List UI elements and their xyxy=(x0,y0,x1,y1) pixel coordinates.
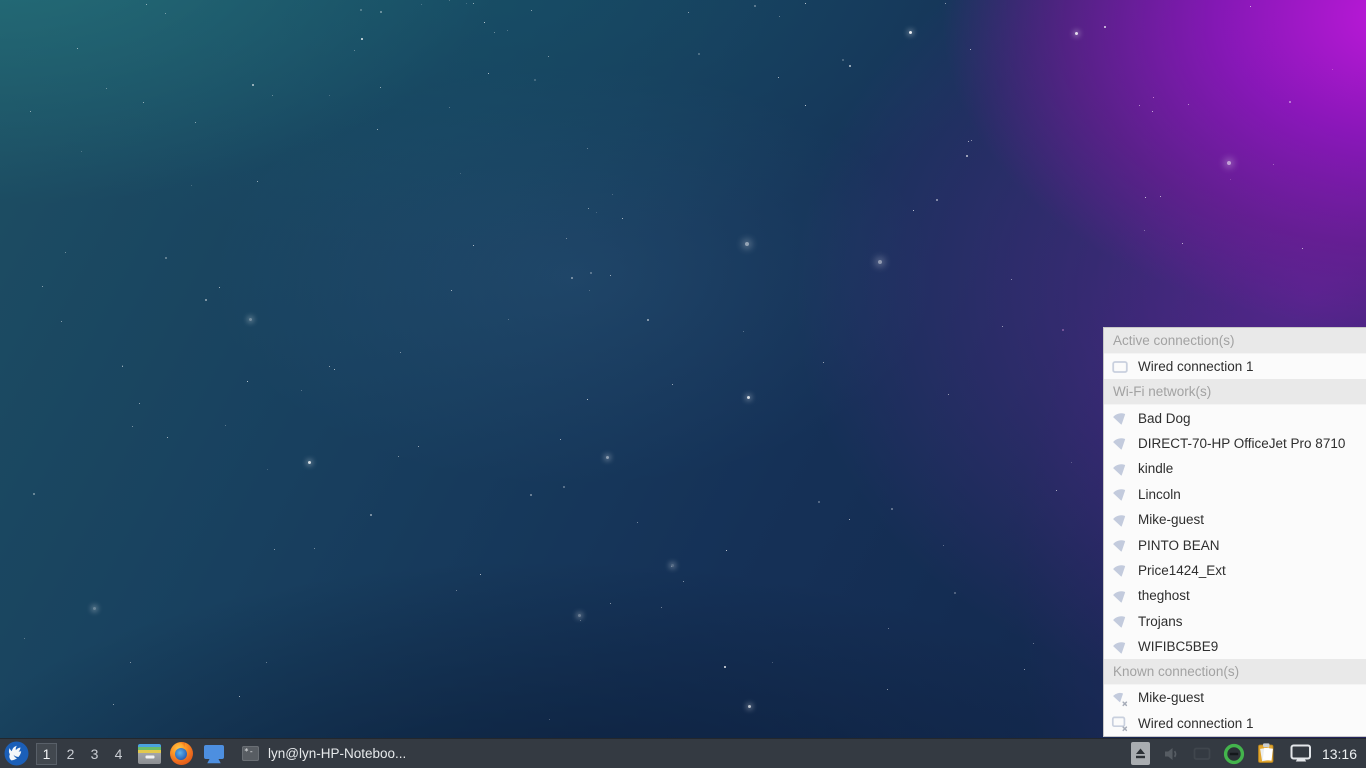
network-item-label: Trojans xyxy=(1138,614,1183,629)
menu-section-header: Known connection(s) xyxy=(1104,659,1366,685)
file-manager-icon xyxy=(138,744,161,764)
workspace-button-1[interactable]: 1 xyxy=(36,743,57,765)
app-menu-button[interactable] xyxy=(3,740,30,767)
menu-section-header: Active connection(s) xyxy=(1104,328,1366,354)
network-item[interactable]: Wired connection 1 xyxy=(1104,354,1366,379)
network-item[interactable]: WIFIBC5BE9 xyxy=(1104,634,1366,659)
network-item-label: Mike-guest xyxy=(1138,512,1204,527)
network-item[interactable]: Trojans xyxy=(1104,609,1366,634)
quick-launch xyxy=(137,741,226,766)
clipboard-icon xyxy=(1256,742,1278,765)
wifi-icon xyxy=(1111,638,1129,656)
network-item[interactable]: Mike-guest xyxy=(1104,685,1366,710)
tray-screen-dim[interactable] xyxy=(1192,744,1212,764)
network-item-label: Wired connection 1 xyxy=(1138,359,1254,374)
tray-network-monitor[interactable] xyxy=(1289,743,1313,764)
network-item[interactable]: Mike-guest xyxy=(1104,507,1366,532)
menu-section-header: Wi-Fi network(s) xyxy=(1104,379,1366,405)
network-item-label: Mike-guest xyxy=(1138,690,1204,705)
network-item[interactable]: DIRECT-70-HP OfficeJet Pro 8710 xyxy=(1104,431,1366,456)
terminal-icon: *- xyxy=(242,746,259,761)
workspace-button-4[interactable]: 4 xyxy=(108,743,129,765)
tray-clipboard[interactable] xyxy=(1256,742,1278,765)
network-item[interactable]: Price1424_Ext xyxy=(1104,558,1366,583)
network-item-label: Lincoln xyxy=(1138,487,1181,502)
workspace-button-3[interactable]: 3 xyxy=(84,743,105,765)
network-item-label: WIFIBC5BE9 xyxy=(1138,639,1218,654)
network-item[interactable]: Lincoln xyxy=(1104,482,1366,507)
network-item-label: PINTO BEAN xyxy=(1138,538,1220,553)
eject-icon xyxy=(1131,742,1150,765)
network-monitor-icon xyxy=(1289,743,1313,764)
screen-dim-icon xyxy=(1192,744,1212,764)
wifi-icon xyxy=(1111,587,1129,605)
network-item-label: theghost xyxy=(1138,588,1190,603)
network-item-label: DIRECT-70-HP OfficeJet Pro 8710 xyxy=(1138,436,1345,451)
window-button-terminal[interactable]: *- lyn@lyn-HP-Noteboo... xyxy=(236,740,412,768)
tray-status-green[interactable] xyxy=(1223,743,1245,765)
workspace-pager: 1234 xyxy=(36,743,129,765)
taskbar: 1234 *- lyn@lyn-HP-Noteboo... 13:16 xyxy=(0,738,1366,768)
window-button-title: lyn@lyn-HP-Noteboo... xyxy=(268,746,406,761)
tray-volume[interactable] xyxy=(1161,744,1181,764)
lubuntu-logo-icon xyxy=(4,741,29,766)
network-item[interactable]: Bad Dog xyxy=(1104,405,1366,430)
wired-icon xyxy=(1111,358,1129,376)
workspace-button-2[interactable]: 2 xyxy=(60,743,81,765)
wifi-icon xyxy=(1111,511,1129,529)
volume-icon xyxy=(1161,744,1181,764)
desktop-icon xyxy=(202,742,226,765)
network-item[interactable]: PINTO BEAN xyxy=(1104,532,1366,557)
clock[interactable]: 13:16 xyxy=(1322,746,1360,762)
wifi-icon xyxy=(1111,485,1129,503)
tray-eject[interactable] xyxy=(1131,742,1150,765)
system-tray xyxy=(1131,742,1313,765)
wifi-icon xyxy=(1111,612,1129,630)
wifi-known-icon xyxy=(1111,689,1129,707)
launcher-desktop[interactable] xyxy=(201,741,226,766)
firefox-icon xyxy=(170,742,193,765)
network-item-label: Bad Dog xyxy=(1138,411,1191,426)
network-item[interactable]: kindle xyxy=(1104,456,1366,481)
status-green-icon xyxy=(1223,743,1245,765)
wifi-icon xyxy=(1111,460,1129,478)
wifi-icon xyxy=(1111,409,1129,427)
network-item[interactable]: theghost xyxy=(1104,583,1366,608)
network-item-label: Price1424_Ext xyxy=(1138,563,1226,578)
network-item[interactable]: Wired connection 1 xyxy=(1104,711,1366,736)
wifi-icon xyxy=(1111,561,1129,579)
wifi-icon xyxy=(1111,536,1129,554)
network-manager-menu: Active connection(s) Wired connection 1 Wi… xyxy=(1103,327,1366,737)
wifi-icon xyxy=(1111,434,1129,452)
network-item-label: kindle xyxy=(1138,461,1173,476)
launcher-firefox[interactable] xyxy=(169,741,194,766)
wired-known-icon xyxy=(1111,714,1129,732)
network-item-label: Wired connection 1 xyxy=(1138,716,1254,731)
launcher-file-manager[interactable] xyxy=(137,741,162,766)
